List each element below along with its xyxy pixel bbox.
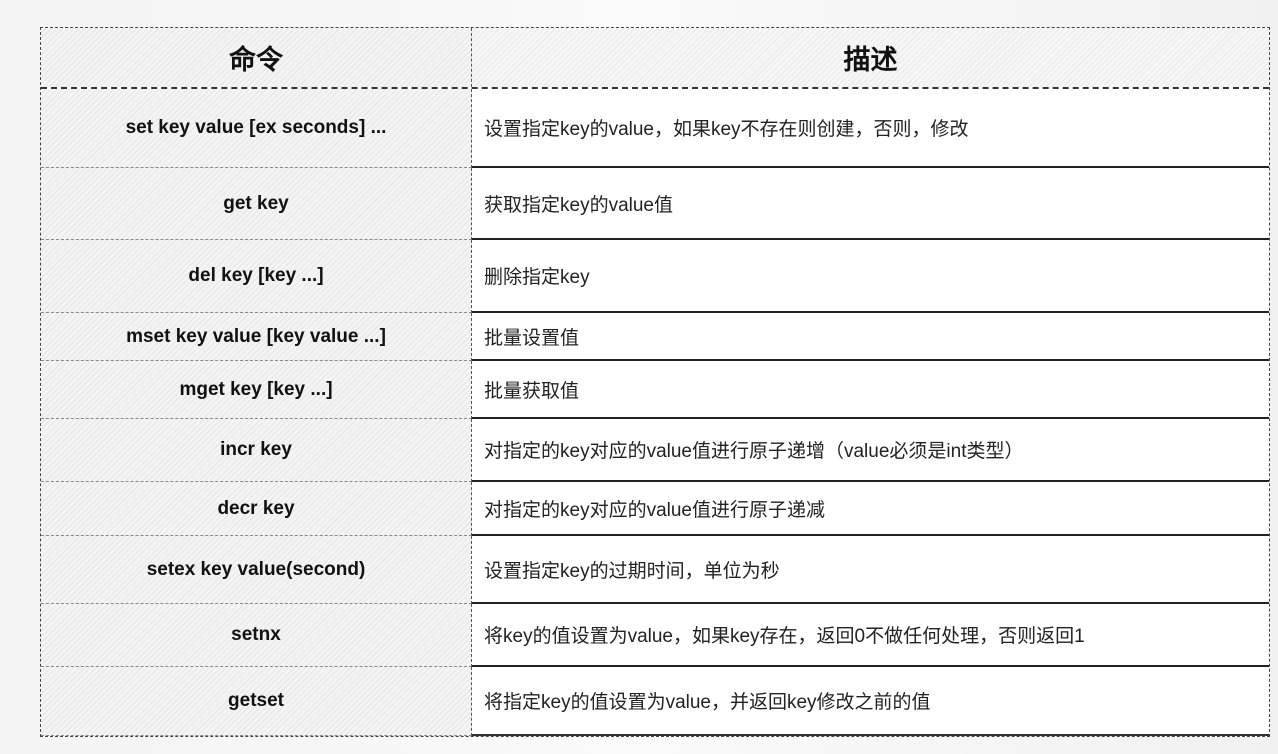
command-cell: decr key [41, 482, 472, 536]
table-row: setex key value(second) 设置指定key的过期时间，单位为秒 [41, 536, 1269, 604]
command-cell: mget key [key ...] [41, 361, 472, 419]
command-cell: incr key [41, 419, 472, 482]
table-row: del key [key ...] 删除指定key [41, 240, 1269, 313]
command-cell: get key [41, 168, 472, 240]
header-command: 命令 [41, 28, 472, 87]
command-cell: setnx [41, 604, 472, 667]
table-row: mget key [key ...] 批量获取值 [41, 361, 1269, 419]
command-cell: mset key value [key value ...] [41, 313, 472, 361]
description-cell: 设置指定key的value，如果key不存在则创建，否则，修改 [484, 119, 969, 140]
description-cell: 获取指定key的value值 [484, 194, 673, 216]
header-description: 描述 [472, 28, 1269, 87]
command-cell: del key [key ...] [41, 240, 472, 313]
description-cell: 设置指定key的过期时间，单位为秒 [484, 560, 780, 582]
table-row: mset key value [key value ...] 批量设置值 [41, 313, 1269, 361]
command-cell: getset [41, 667, 472, 736]
description-cell: 将key的值设置为value，如果key存在，返回0不做任何处理，否则返回1 [484, 626, 1085, 647]
table-row: get key 获取指定key的value值 [41, 168, 1269, 240]
table-header-row: 命令 描述 [41, 28, 1269, 89]
description-cell: 将指定key的值设置为value，并返回key修改之前的值 [484, 692, 931, 713]
table-row: set key value [ex seconds] ... 设置指定key的va… [41, 89, 1269, 168]
description-cell: 批量获取值 [484, 380, 580, 402]
description-cell: 对指定的key对应的value值进行原子递减 [484, 499, 825, 521]
command-cell: set key value [ex seconds] ... [41, 89, 472, 168]
redis-string-commands-table: 命令 描述 set key value [ex seconds] ... 设置指定… [40, 27, 1270, 737]
description-cell: 对指定的key对应的value值进行原子递增（value必须是int类型） [484, 441, 1024, 462]
table-row: setnx 将key的值设置为value，如果key存在，返回0不做任何处理，否则… [41, 604, 1269, 667]
table-row: decr key 对指定的key对应的value值进行原子递减 [41, 482, 1269, 536]
description-cell: 删除指定key [484, 267, 590, 288]
command-cell: setex key value(second) [41, 536, 472, 604]
table-row: getset 将指定key的值设置为value，并返回key修改之前的值 [41, 667, 1269, 736]
table-row: incr key 对指定的key对应的value值进行原子递增（value必须是i… [41, 419, 1269, 482]
description-cell: 批量设置值 [484, 327, 580, 349]
